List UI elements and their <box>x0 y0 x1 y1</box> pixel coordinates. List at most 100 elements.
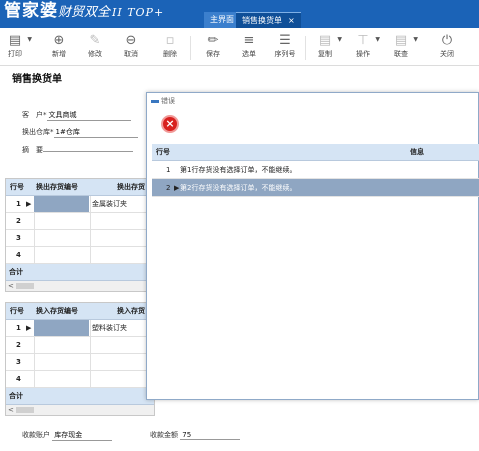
tab-home-label: 主界面 <box>210 15 234 24</box>
in-name-cell[interactable]: 塑料装订夹 <box>92 320 127 337</box>
scroll-left-icon[interactable]: < <box>8 405 14 415</box>
operation-button[interactable]: ⊤ ▼ 操作 <box>348 32 380 59</box>
delete-button[interactable]: ▫ 删除 <box>155 32 185 59</box>
col-in-code: 换入存货编号 <box>36 307 78 315</box>
edit-button[interactable]: ✎ 修改 <box>80 32 110 59</box>
app-logo: 管家婆财贸双全 II TOP+ <box>4 0 164 22</box>
error-table: 行号 信息 1 第1行存货没有选择订单，不能继续。 2 ▶ 第2行存货没有选择订… <box>152 144 479 197</box>
copy-icon: ▤ <box>318 33 332 48</box>
scroll-left-icon[interactable]: < <box>8 281 14 291</box>
toolbar-divider <box>190 36 191 60</box>
link-query-button[interactable]: ▤ ▼ 联查 <box>386 32 418 59</box>
error-icon: × <box>161 115 179 133</box>
add-label: 新增 <box>52 50 66 58</box>
customer-label: 客 户* <box>22 111 47 119</box>
horizontal-scrollbar[interactable]: < <box>6 281 154 291</box>
print-label: 打印 <box>8 50 22 58</box>
horizontal-scrollbar[interactable]: < <box>6 405 154 415</box>
column-divider <box>34 230 35 246</box>
save-button[interactable]: ✏ 保存 <box>198 32 228 59</box>
chevron-down-icon: ▼ <box>375 36 380 43</box>
table-row[interactable]: 4 <box>6 247 154 264</box>
col-out-code: 换出存货编号 <box>36 183 78 191</box>
logo-sub: 财贸双全 <box>58 5 111 20</box>
table-row[interactable]: 1 ▶ 金属装订夹 <box>6 196 154 213</box>
scroll-thumb[interactable] <box>16 283 34 289</box>
row-pointer-icon: ▶ <box>26 200 32 208</box>
summary-input[interactable] <box>43 151 133 152</box>
edit-label: 修改 <box>88 50 102 58</box>
add-button[interactable]: ⊕ 新增 <box>44 32 74 59</box>
column-divider <box>34 337 35 353</box>
col-in-name: 换入存货 <box>117 307 145 315</box>
table-row[interactable]: 3 <box>6 230 154 247</box>
customer-input[interactable]: 文具商城 <box>46 110 131 121</box>
row-number: 1 <box>166 166 171 174</box>
column-divider <box>90 213 91 229</box>
minus-circle-icon: ⊖ <box>125 33 137 48</box>
exchange-in-grid: 行号 换入存货编号 换入存货 1 ▶ 塑料装订夹 2 3 4 合计 < <box>5 302 155 416</box>
error-message: 第1行存货没有选择订单，不能继续。 <box>180 166 297 174</box>
out-name-cell[interactable]: 金属装订夹 <box>92 196 127 213</box>
column-divider <box>90 337 91 353</box>
total-row: 合计 <box>6 264 154 281</box>
tab-sales-exchange[interactable]: 销售换货单 × <box>236 12 301 28</box>
warehouse-field: 换出仓库* 1#仓库 <box>22 127 138 138</box>
tool-icon: ⊤ <box>357 33 369 48</box>
table-row-selected[interactable]: 2 ▶ 第2行存货没有选择订单，不能继续。 <box>152 179 479 197</box>
row-number: 4 <box>16 251 21 259</box>
col-row-number: 行号 <box>10 307 24 315</box>
table-row[interactable]: 1 第1行存货没有选择订单，不能继续。 <box>152 161 479 179</box>
dialog-title-text: 错误 <box>161 97 175 105</box>
link-icon: ▤ <box>394 33 408 48</box>
column-divider <box>90 196 91 212</box>
select-order-button[interactable]: ≡ 选单 <box>234 32 264 59</box>
save-label: 保存 <box>206 50 220 58</box>
serial-number-button[interactable]: ☰ 序列号 <box>270 32 300 59</box>
in-code-cell[interactable] <box>34 320 89 336</box>
total-row: 合计 <box>6 388 154 405</box>
toolbar: ▤ ▼ 打印 ⊕ 新增 ✎ 修改 ⊖ 取消 ▫ 删除 ✏ 保存 ≡ 选单 ☰ 序列… <box>0 28 479 66</box>
col-row-number: 行号 <box>10 183 24 191</box>
table-row[interactable]: 3 <box>6 354 154 371</box>
table-row[interactable]: 2 <box>6 337 154 354</box>
column-divider <box>90 371 91 387</box>
table-row[interactable]: 4 <box>6 371 154 388</box>
list-icon: ☰ <box>279 33 291 48</box>
column-divider <box>90 320 91 336</box>
account-input[interactable]: 库存现金 <box>52 430 113 441</box>
dialog-title: 错误 <box>151 96 175 106</box>
edit-icon: ✎ <box>89 33 101 48</box>
plus-circle-icon: ⊕ <box>53 33 65 48</box>
cancel-button[interactable]: ⊖ 取消 <box>116 32 146 59</box>
column-divider <box>34 354 35 370</box>
row-number: 3 <box>16 358 21 366</box>
row-number: 3 <box>16 234 21 242</box>
close-button[interactable]: ⏻ 关闭 <box>432 32 462 59</box>
column-divider <box>34 247 35 263</box>
print-button[interactable]: ▤ ▼ 打印 <box>0 32 32 59</box>
row-number: 2 <box>16 341 21 349</box>
col-info: 信息 <box>410 148 424 156</box>
table-row[interactable]: 1 ▶ 塑料装订夹 <box>6 320 154 337</box>
copy-button[interactable]: ▤ ▼ 复制 <box>310 32 342 59</box>
account-label: 收款账户 <box>22 431 50 439</box>
close-label: 关闭 <box>440 50 454 58</box>
amount-input[interactable]: 75 <box>180 431 241 440</box>
out-code-cell[interactable] <box>34 196 89 212</box>
delete-label: 删除 <box>163 50 177 58</box>
scroll-thumb[interactable] <box>16 407 34 413</box>
table-row[interactable]: 2 <box>6 213 154 230</box>
row-number: 2 <box>166 184 171 192</box>
error-table-header: 行号 信息 <box>152 144 479 161</box>
printer-icon: ▤ <box>8 33 22 48</box>
tab-home[interactable]: 主界面 <box>204 12 240 28</box>
list-select-icon: ≡ <box>243 33 255 48</box>
pin-icon <box>151 99 159 103</box>
warehouse-input[interactable]: 1#仓库 <box>53 127 138 138</box>
tab-close-icon[interactable]: × <box>288 16 295 25</box>
exchange-out-grid: 行号 换出存货编号 换出存货 1 ▶ 金属装订夹 2 3 4 合计 < <box>5 178 155 292</box>
brush-icon: ✏ <box>207 33 219 48</box>
amount-label: 收款金额 <box>150 431 178 439</box>
row-pointer-icon: ▶ <box>26 324 32 332</box>
